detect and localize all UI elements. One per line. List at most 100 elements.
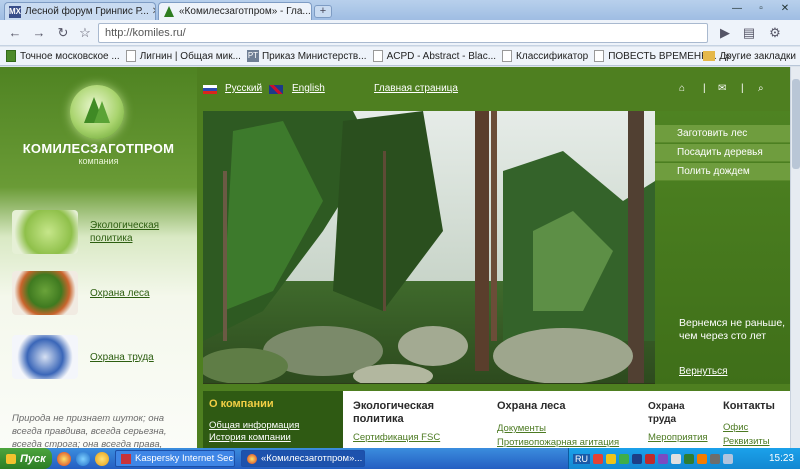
volume-icon[interactable] <box>710 453 720 464</box>
bookmarks-bar: Точное московское ... Лигнин | Общая мик… <box>0 47 800 66</box>
bookmark-item[interactable]: Точное московское ... <box>6 50 120 62</box>
bookmark-item[interactable]: ACPD - Abstract - Blac... <box>372 50 497 62</box>
return-link[interactable]: Вернуться <box>679 366 728 377</box>
bookmark-label: ACPD - Abstract - Blac... <box>386 50 497 62</box>
close-icon[interactable]: ✕ <box>311 6 312 17</box>
tray-icon[interactable] <box>658 453 668 464</box>
column-link[interactable]: Офис <box>723 422 793 434</box>
page-viewport: КОМИЛЕСЗАГОТПРОМ компания Экологическая … <box>0 67 800 448</box>
maximize-icon[interactable]: ▫ <box>750 2 772 16</box>
column-title: Охрана труда <box>648 401 685 425</box>
left-nav-labor[interactable]: Охрана труда <box>12 335 154 379</box>
column-link[interactable]: Реквизиты <box>723 436 793 448</box>
lang-english-link[interactable]: English <box>292 83 325 94</box>
mx-icon: MX <box>9 5 21 18</box>
wrench-icon[interactable]: ⚙ <box>766 24 784 42</box>
forward-button[interactable]: → <box>30 24 48 42</box>
reload-button[interactable]: ↻ <box>54 24 72 42</box>
promo-text: Вернемся не раньше, чем через сто лет <box>679 317 786 342</box>
menu-harvest[interactable]: Заготовить лес <box>655 125 790 143</box>
column-title: Контакты <box>723 400 775 412</box>
taskbar-window-label: Kaspersky Internet Securi... <box>135 453 234 464</box>
column-title: Охрана леса <box>497 400 566 412</box>
vertical-scrollbar[interactable] <box>790 67 800 448</box>
column-link[interactable]: Документы <box>497 423 637 435</box>
tab-forum[interactable]: MX Лесной форум Гринпис Р... ✕ <box>4 2 156 20</box>
tray-icon[interactable] <box>697 453 707 464</box>
mail-icon[interactable]: ✉ <box>718 83 726 94</box>
column-link[interactable]: Противопожарная агитация <box>497 437 637 448</box>
search-icon[interactable]: ⌕ <box>758 83 764 94</box>
left-nav-link[interactable]: Экологическая политика <box>90 219 170 245</box>
company-logo[interactable] <box>70 85 124 139</box>
close-icon[interactable]: ✕ <box>149 6 155 17</box>
pt-icon: PT <box>246 50 259 62</box>
left-nav-forest[interactable]: Охрана леса <box>12 271 150 315</box>
page-icon <box>502 50 513 62</box>
start-button[interactable]: Пуск <box>0 448 52 469</box>
ie-icon[interactable] <box>76 451 90 466</box>
tray-icon[interactable] <box>684 453 694 464</box>
minimize-icon[interactable]: — <box>726 2 748 16</box>
windows-logo-icon <box>6 453 16 464</box>
column-link[interactable]: Мероприятия <box>648 432 708 444</box>
tab-strip: MX Лесной форум Гринпис Р... ✕ «Комилесз… <box>0 0 800 20</box>
taskbar-browser[interactable]: «Комилесзаготпром»... <box>241 450 365 467</box>
close-window-icon[interactable]: ✕ <box>774 2 796 16</box>
left-nav-link[interactable]: Охрана труда <box>90 351 154 364</box>
footer-columns: О компании Общая информация История комп… <box>203 391 800 448</box>
about-link[interactable]: Общая информация <box>209 420 337 432</box>
firefox-icon[interactable] <box>95 451 109 466</box>
brand-name: КОМИЛЕСЗАГОТПРОМ <box>22 141 175 156</box>
menu-plant[interactable]: Посадить деревья <box>655 144 790 162</box>
home-page-link[interactable]: Главная страница <box>374 83 458 94</box>
uk-flag-icon <box>269 85 283 94</box>
other-bookmarks[interactable]: Другие закладки <box>703 51 796 62</box>
new-tab-button[interactable]: + <box>314 5 332 18</box>
taskbar: Пуск Kaspersky Internet Securi... «Комил… <box>0 448 800 469</box>
language-indicator[interactable]: RU <box>573 453 590 464</box>
scrollbar-thumb[interactable] <box>792 79 800 169</box>
tray-icon[interactable] <box>619 453 629 464</box>
bookmark-item[interactable]: Классификатор <box>502 50 588 62</box>
tab-komiles[interactable]: «Комилесзаготпром» - Гла... ✕ <box>158 2 312 20</box>
bookmark-label: Приказ Министерств... <box>261 50 367 62</box>
about-link[interactable]: История компании <box>209 432 337 444</box>
bookmark-item[interactable]: ПОВЕСТЬ ВРЕМЕНН... <box>594 50 717 62</box>
tab-title: Лесной форум Гринпис Р... <box>25 6 149 17</box>
tree-logo-icon <box>84 97 110 123</box>
home-icon[interactable]: ⌂ <box>679 83 685 94</box>
star-icon[interactable]: ☆ <box>76 24 94 42</box>
separator: | <box>741 83 744 94</box>
toolbar: ← → ↻ ☆ http://komiles.ru/ ▶ ▤ ⚙ <box>0 20 800 46</box>
address-bar[interactable]: http://komiles.ru/ <box>98 23 708 43</box>
lang-russian-link[interactable]: Русский <box>225 83 262 94</box>
left-nav-link[interactable]: Охрана леса <box>90 287 150 300</box>
bookmark-item[interactable]: Лигнин | Общая мик... <box>125 50 241 62</box>
right-panel: Заготовить лес Посадить деревья Полить д… <box>655 111 790 384</box>
tray-icon[interactable] <box>671 453 681 464</box>
chrome-icon <box>247 453 257 464</box>
column-title: Экологическая политика <box>353 400 435 425</box>
tray-icon[interactable] <box>645 453 655 464</box>
about-title: О компании <box>209 398 274 410</box>
taskbar-kaspersky[interactable]: Kaspersky Internet Securi... <box>115 450 235 467</box>
tray-icon[interactable] <box>606 453 616 464</box>
play-icon[interactable]: ▶ <box>716 24 734 42</box>
tree-icon <box>163 5 175 18</box>
network-icon[interactable] <box>723 453 733 464</box>
column-link[interactable]: Сертификация FSC <box>353 432 473 444</box>
site-topbar: Русский English Главная страница ⌂ | ✉ |… <box>203 81 788 99</box>
tray-icon[interactable] <box>593 453 603 464</box>
menu-rain[interactable]: Полить дождем <box>655 163 790 181</box>
bookmark-label: Классификатор <box>516 50 589 62</box>
page-icon <box>125 50 136 62</box>
back-button[interactable]: ← <box>6 24 24 42</box>
left-nav-ecology[interactable]: Экологическая политика <box>12 210 170 254</box>
chrome-icon[interactable] <box>57 451 71 466</box>
tray-icon[interactable] <box>632 453 642 464</box>
system-tray: RU 15:23 <box>568 448 800 469</box>
page-menu-icon[interactable]: ▤ <box>740 24 758 42</box>
bookmark-item[interactable]: PT Приказ Министерств... <box>246 50 367 62</box>
brand-subtitle: компания <box>78 156 119 166</box>
